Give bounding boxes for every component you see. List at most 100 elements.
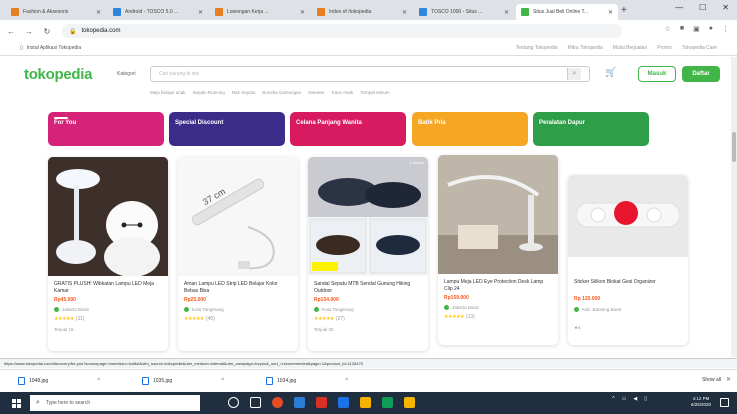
banner-for-you[interactable]: For You	[48, 112, 164, 146]
product-card[interactable]: Sticker Silikon Blokat Gesi Organizer Rp…	[568, 175, 688, 345]
banner-peralatan-dapur[interactable]: Peralatan Dapur	[533, 112, 649, 146]
close-icon[interactable]: ✕	[198, 9, 203, 16]
file-icon	[142, 377, 149, 385]
product-rating: ★★★★★ (13)	[444, 314, 475, 320]
browser-tab-3[interactable]: Lowongan Kerja ... ✕	[210, 4, 310, 20]
download-item[interactable]: 1035.jpg ^	[142, 377, 224, 385]
browser-tab-2[interactable]: Android - TOSCO 5.0 ... ✕	[108, 4, 208, 20]
browser-tab-5[interactable]: TOSCO 1000 - Situs ... ✕	[414, 4, 514, 20]
suggestion-link[interactable]: Sweater	[308, 90, 325, 95]
product-name[interactable]: Lampu Meja LED Eye Protection Desk Lamp …	[444, 279, 552, 293]
app-icon[interactable]	[316, 397, 327, 408]
chevron-up-icon[interactable]: ^	[345, 378, 348, 384]
browser-tab-4[interactable]: Index of /tokopedia ✕	[312, 4, 412, 20]
extension-icon[interactable]: ■	[680, 25, 684, 33]
extension-icon[interactable]: ▣	[693, 25, 700, 33]
maximize-icon[interactable]: ☐	[699, 3, 706, 12]
task-view-icon[interactable]	[250, 397, 261, 408]
close-icon[interactable]: ✕	[726, 376, 731, 383]
download-item[interactable]: 1034.jpg ^	[266, 377, 348, 385]
banner-special-discount[interactable]: Special Discount	[169, 112, 285, 146]
product-name[interactable]: Sandal Sepatu MTB Sendal Gunung Hiking O…	[314, 281, 422, 295]
app-icon[interactable]	[404, 397, 415, 408]
taskbar-search-input[interactable]: ⌕ Type here to search	[30, 395, 200, 411]
reload-icon[interactable]: ↻	[42, 27, 52, 36]
system-clock[interactable]: 4:12 PM 6/25/2020	[691, 396, 711, 408]
new-tab-icon[interactable]: +	[621, 5, 627, 16]
tokopedia-logo[interactable]: tokopedia	[24, 66, 92, 83]
shop-location: Kab. Banteng Barat	[574, 307, 621, 312]
close-icon[interactable]: ✕	[608, 9, 613, 16]
product-image[interactable]	[568, 175, 688, 257]
chevron-up-icon[interactable]: ^	[612, 396, 614, 402]
suggestion-link[interactable]: Meja belajar anak	[150, 90, 186, 95]
product-card[interactable]: 4 Varian Sandal Sepatu MTB Sendal Gunung…	[308, 157, 428, 351]
badge-icon	[314, 307, 319, 312]
top-link[interactable]: Promo	[657, 45, 672, 51]
back-icon[interactable]: ←	[6, 27, 16, 36]
product-image[interactable]	[438, 155, 558, 274]
cart-icon[interactable]: 🛒	[605, 67, 616, 78]
top-link[interactable]: Mulai Berjualan	[613, 45, 647, 51]
app-icon[interactable]	[382, 397, 393, 408]
suggestion-link[interactable]: Sepatu Running	[193, 90, 225, 95]
product-card[interactable]: Lampu Meja LED Eye Protection Desk Lamp …	[438, 155, 558, 345]
volume-icon[interactable]: ◀	[633, 396, 637, 402]
suggestion-link[interactable]: Tempat Minum	[360, 90, 390, 95]
product-image[interactable]: 37 cm	[178, 157, 298, 276]
address-bar[interactable]: 🔒 tokopedia.com	[62, 24, 622, 38]
network-icon[interactable]: ▭	[622, 396, 627, 402]
close-window-icon[interactable]: ✕	[722, 3, 729, 12]
windows-start-icon[interactable]	[12, 399, 21, 408]
scrollbar-thumb[interactable]	[732, 132, 736, 162]
product-name[interactable]: Aman Lampu LED Strip LED Belajar Kolor B…	[184, 281, 292, 295]
close-icon[interactable]: ✕	[96, 9, 101, 16]
show-all-button[interactable]: Show all	[702, 377, 721, 383]
banner-batik-pria[interactable]: Batik Pria	[412, 112, 528, 146]
top-link[interactable]: Mitra Tokopedia	[568, 45, 603, 51]
download-item[interactable]: 1048.jpg ^	[18, 377, 100, 385]
browser-tab-6[interactable]: Situs Jual Beli Online T... ✕	[516, 4, 618, 20]
minimize-icon[interactable]: —	[675, 3, 683, 12]
search-placeholder: Cari barang di sini	[159, 71, 200, 77]
battery-icon[interactable]: ▯	[644, 396, 647, 402]
word-icon[interactable]	[294, 397, 305, 408]
tab-favicon	[521, 8, 529, 16]
chevron-up-icon[interactable]: ^	[97, 378, 100, 384]
search-icon[interactable]: ⌕	[567, 68, 581, 80]
profile-icon[interactable]: ●	[709, 25, 713, 33]
close-icon[interactable]: ✕	[504, 9, 509, 16]
window-controls: — ☐ ✕	[675, 3, 729, 12]
star-icon[interactable]: ☆	[665, 25, 671, 33]
notification-icon[interactable]	[720, 398, 729, 407]
forward-icon[interactable]: →	[24, 27, 34, 36]
product-card[interactable]: GRATIS PLUSH! Wibkatan Lampu LED Meja Ka…	[48, 157, 168, 351]
top-link[interactable]: Tentang Tokopedia	[516, 45, 558, 51]
top-link[interactable]: Tokopedia Care	[682, 45, 717, 51]
search-input[interactable]: Cari barang di sini ⌕	[150, 66, 590, 82]
suggestion-link[interactable]: Boneka Gantungan	[262, 90, 301, 95]
app-icon[interactable]	[338, 397, 349, 408]
chevron-up-icon[interactable]: ^	[221, 378, 224, 384]
kategori-menu[interactable]: Kategori	[117, 71, 136, 77]
chrome-icon[interactable]	[272, 397, 283, 408]
product-image[interactable]: 4 Varian	[308, 157, 428, 276]
variant-label: 4 Varian	[409, 160, 424, 165]
close-icon[interactable]: ✕	[300, 9, 305, 16]
product-card[interactable]: 37 cm Aman Lampu LED Strip LED Belajar K…	[178, 157, 298, 351]
browser-tab-1[interactable]: Fashion & Aksesoris ✕	[6, 4, 106, 20]
install-app-link[interactable]: ▯ Instal Aplikasi Tokopedia	[20, 45, 81, 51]
menu-icon[interactable]: ⋮	[722, 25, 729, 33]
banner-celana-panjang[interactable]: Celana Panjang Wanita	[290, 112, 406, 146]
register-button[interactable]: Daftar	[682, 66, 720, 82]
login-button[interactable]: Masuk	[638, 66, 676, 82]
cortana-icon[interactable]	[228, 397, 239, 408]
close-icon[interactable]: ✕	[402, 9, 407, 16]
folder-icon[interactable]	[360, 397, 371, 408]
suggestion-link[interactable]: Rak Sepatu	[232, 90, 256, 95]
product-image[interactable]	[48, 157, 168, 276]
page-scrollbar[interactable]	[731, 57, 737, 357]
product-name[interactable]: Sticker Silikon Blokat Gesi Organizer	[574, 279, 682, 286]
product-name[interactable]: GRATIS PLUSH! Wibkatan Lampu LED Meja Ka…	[54, 281, 162, 295]
suggestion-link[interactable]: Kaos Anak	[332, 90, 354, 95]
